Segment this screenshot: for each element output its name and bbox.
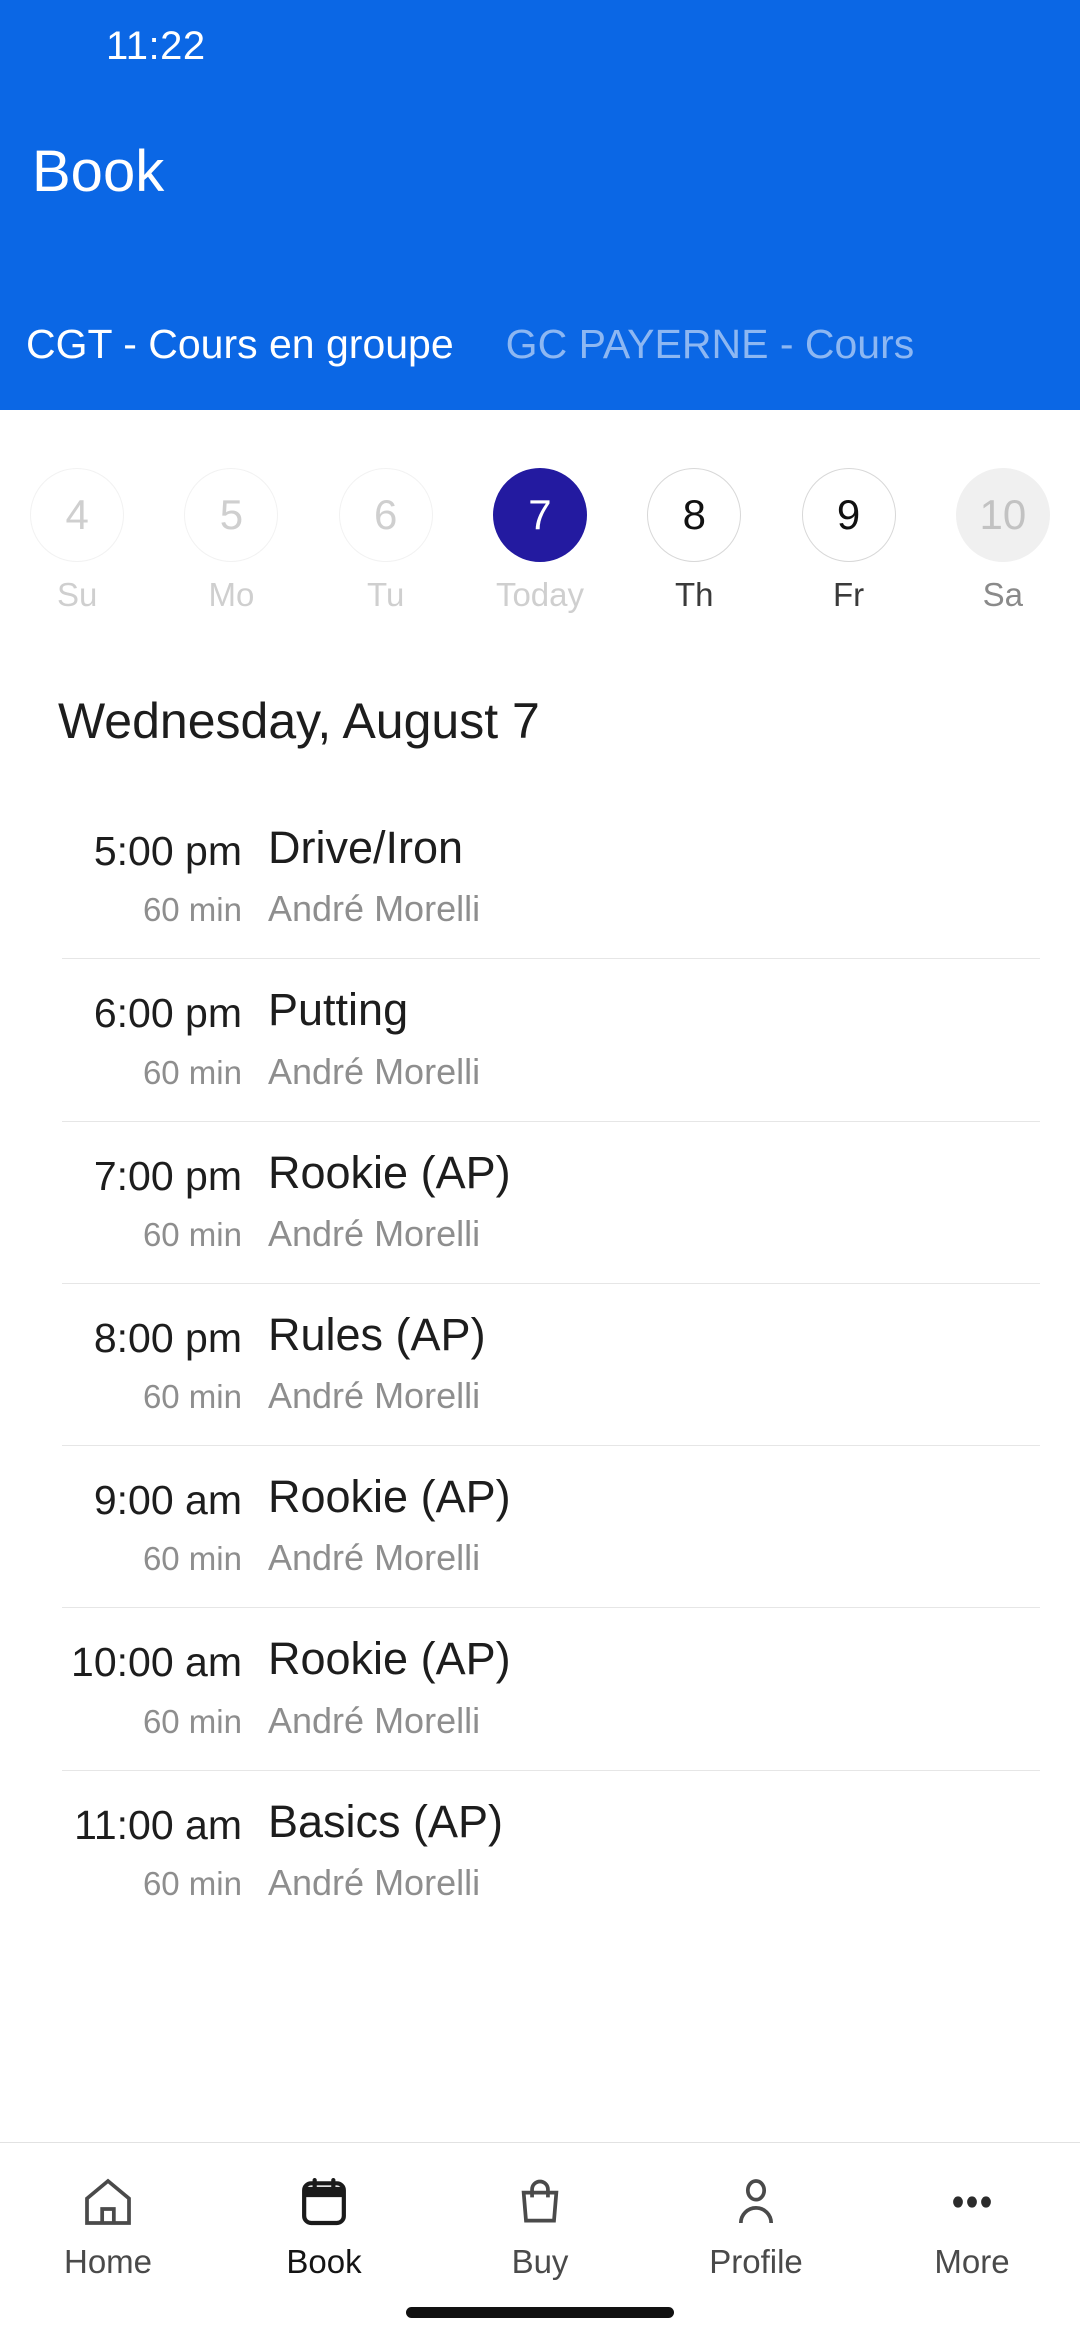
date-circle[interactable]: 9: [801, 468, 896, 562]
session-info-block: Rookie (AP) André Morelli: [260, 1445, 1040, 1607]
session-duration: 60 min: [142, 1540, 242, 1578]
session-time: 8:00 pm: [93, 1314, 242, 1361]
status-bar-clock: 11:22: [106, 23, 206, 68]
session-time: 6:00 pm: [93, 990, 242, 1037]
date-weekday-label: Su: [56, 576, 98, 613]
date-weekday-label: Sa: [982, 576, 1024, 613]
date-item-9[interactable]: 9 Fr: [771, 468, 925, 614]
date-item-6[interactable]: 6 Tu: [309, 468, 463, 614]
date-weekday-label: Mo: [208, 576, 255, 613]
session-duration: 60 min: [142, 1378, 242, 1415]
session-title: Rules (AP): [268, 1308, 486, 1360]
session-coach: André Morelli: [268, 1861, 481, 1903]
session-list-scroll[interactable]: 5:00 pm 60 min Drive/Iron André Morelli …: [0, 750, 1080, 2340]
session-time: 10:00 am: [71, 1639, 242, 1686]
session-coach: André Morelli: [268, 1212, 481, 1254]
date-item-8[interactable]: 8 Th: [617, 468, 771, 614]
nav-label-home: Home: [63, 2243, 153, 2280]
nav-item-buy[interactable]: Buy: [432, 2171, 648, 2281]
session-time: 11:00 am: [74, 1801, 242, 1848]
session-time: 9:00 am: [93, 1477, 242, 1523]
session-coach: André Morelli: [268, 1375, 481, 1416]
session-time-block: 11:00 am 60 min: [0, 1770, 260, 1931]
app-root: 11:22 Book CGT - Cours en groupe GC PAYE…: [0, 0, 1080, 2340]
session-info-block: Rookie (AP) André Morelli: [260, 1607, 1040, 1769]
calendar-icon: [296, 2171, 352, 2233]
session-title: Rookie (AP): [268, 1471, 511, 1522]
date-selector[interactable]: 4 Su 5 Mo 6 Tu 7 Today 8 Th 9 Fr 10 Sa: [0, 410, 1080, 620]
tab-bar[interactable]: CGT - Cours en groupe GC PAYERNE - Cours: [0, 320, 1080, 369]
session-row[interactable]: 7:00 pm 60 min Rookie (AP) André Morelli: [0, 1120, 1080, 1283]
date-weekday-label: Fr: [832, 576, 865, 613]
session-duration: 60 min: [142, 1215, 242, 1253]
bag-icon: [512, 2171, 568, 2233]
session-duration: 60 min: [142, 1864, 242, 1902]
date-circle[interactable]: 8: [647, 468, 742, 562]
session-time: 7:00 pm: [93, 1152, 242, 1199]
date-weekday-label: Th: [675, 576, 714, 613]
home-icon: [80, 2171, 136, 2233]
date-item-4[interactable]: 4 Su: [0, 468, 154, 614]
session-time-block: 5:00 pm 60 min: [0, 796, 260, 957]
session-coach: André Morelli: [268, 1699, 481, 1741]
date-circle[interactable]: 5: [184, 468, 279, 562]
session-title: Rookie (AP): [268, 1146, 511, 1198]
nav-item-profile[interactable]: Profile: [648, 2171, 864, 2281]
date-item-10[interactable]: 10 Sa: [926, 468, 1080, 614]
day-heading: Wednesday, August 7: [58, 693, 540, 749]
session-title: Basics (AP): [268, 1795, 504, 1847]
date-circle[interactable]: 4: [30, 468, 125, 562]
session-row[interactable]: 9:00 am 60 min Rookie (AP) André Morelli: [0, 1445, 1080, 1607]
session-duration: 60 min: [142, 1053, 242, 1091]
session-coach: André Morelli: [268, 1537, 481, 1579]
nav-label-buy: Buy: [511, 2243, 569, 2280]
session-time-block: 6:00 pm 60 min: [0, 958, 260, 1119]
session-coach: André Morelli: [268, 888, 481, 930]
session-duration: 60 min: [142, 891, 242, 929]
nav-item-book[interactable]: Book: [216, 2171, 432, 2281]
status-bar: 11:22: [0, 0, 1080, 92]
session-time-block: 10:00 am 60 min: [0, 1607, 260, 1768]
date-circle[interactable]: 10: [955, 468, 1050, 562]
date-weekday-label: Tu: [367, 576, 405, 613]
date-weekday-label: Today: [495, 576, 585, 613]
bottom-navigation[interactable]: Home Book Buy Profile More: [0, 2142, 1080, 2340]
date-item-5[interactable]: 5 Mo: [154, 468, 308, 614]
session-row[interactable]: 8:00 pm 60 min Rules (AP) André Morelli: [0, 1282, 1080, 1445]
session-row[interactable]: 5:00 pm 60 min Drive/Iron André Morelli: [0, 796, 1080, 958]
nav-item-more[interactable]: More: [864, 2171, 1080, 2281]
session-time-block: 7:00 pm 60 min: [0, 1121, 260, 1282]
session-duration: 60 min: [142, 1702, 242, 1740]
home-indicator: [406, 2307, 674, 2318]
session-title: Putting: [268, 984, 409, 1036]
date-item-7-today-selected[interactable]: 7 Today: [463, 468, 617, 614]
session-row[interactable]: 11:00 am 60 min Basics (AP) André Morell…: [0, 1769, 1080, 1932]
nav-item-home[interactable]: Home: [0, 2171, 216, 2281]
session-coach: André Morelli: [268, 1050, 481, 1092]
session-info-block: Basics (AP) André Morelli: [260, 1770, 1040, 1932]
date-circle-selected[interactable]: 7: [492, 468, 587, 562]
session-info-block: Rules (AP) André Morelli: [260, 1283, 1040, 1445]
session-row[interactable]: 10:00 am 60 min Rookie (AP) André Morell…: [0, 1607, 1080, 1769]
page-title: Book: [32, 139, 165, 204]
session-list: 5:00 pm 60 min Drive/Iron André Morelli …: [0, 796, 1080, 1932]
person-icon: [728, 2171, 784, 2233]
session-time: 5:00 pm: [93, 828, 242, 874]
session-title: Rookie (AP): [268, 1633, 511, 1685]
session-info-block: Rookie (AP) André Morelli: [260, 1121, 1040, 1283]
date-circle[interactable]: 6: [338, 468, 433, 562]
tab-cgt-cours-en-groupe[interactable]: CGT - Cours en groupe: [0, 320, 480, 369]
tab-gc-payerne-cours[interactable]: GC PAYERNE - Cours: [480, 320, 941, 369]
nav-label-profile: Profile: [709, 2243, 803, 2280]
nav-label-book: Book: [286, 2243, 362, 2280]
session-info-block: Drive/Iron André Morelli: [260, 796, 1040, 958]
session-time-block: 8:00 pm 60 min: [0, 1283, 260, 1444]
nav-label-more: More: [934, 2243, 1010, 2280]
session-row[interactable]: 6:00 pm 60 min Putting André Morelli: [0, 958, 1080, 1120]
session-info-block: Putting André Morelli: [260, 958, 1040, 1120]
session-title: Drive/Iron: [268, 822, 464, 873]
session-time-block: 9:00 am 60 min: [0, 1445, 260, 1606]
ellipsis-icon: [944, 2171, 1000, 2233]
app-header: 11:22 Book CGT - Cours en groupe GC PAYE…: [0, 0, 1080, 410]
